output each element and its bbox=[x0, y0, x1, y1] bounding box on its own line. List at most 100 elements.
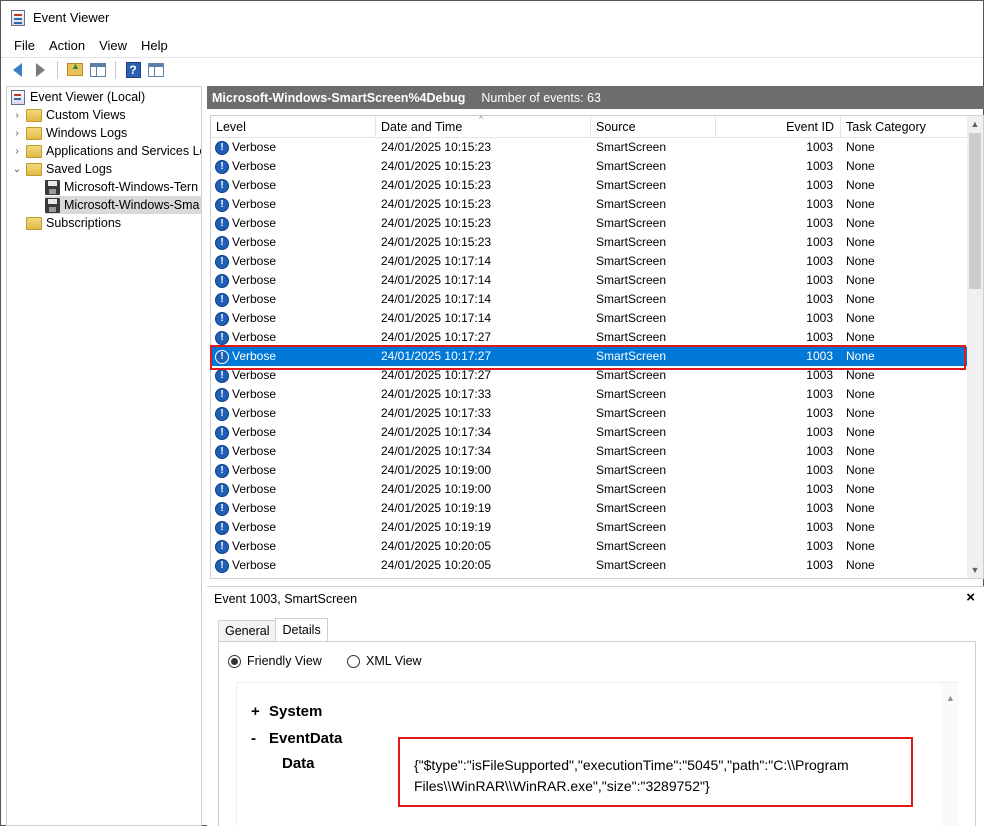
column-level[interactable]: Level bbox=[211, 116, 376, 138]
scroll-up-icon[interactable]: ▲ bbox=[967, 116, 983, 132]
table-row[interactable]: ! Verbose 24/01/2025 10:19:00 SmartScreen 10… bbox=[211, 480, 969, 499]
level-cell: ! Verbose bbox=[215, 404, 276, 423]
event-id-cell: 1003 bbox=[806, 558, 833, 572]
tree-item-applications-and-services[interactable]: › Applications and Services Lo bbox=[11, 142, 201, 160]
information-icon: ! bbox=[215, 444, 229, 459]
tree-item-event-viewer-local[interactable]: Event Viewer (Local) bbox=[11, 88, 145, 106]
table-row[interactable]: ! Verbose 24/01/2025 10:15:23 SmartScreen 10… bbox=[211, 176, 969, 195]
chevron-right-icon[interactable]: › bbox=[11, 128, 23, 139]
date-cell: 24/01/2025 10:17:14 bbox=[381, 273, 492, 287]
eventdata-section[interactable]: - EventData bbox=[251, 730, 342, 747]
table-row[interactable]: ! Verbose 24/01/2025 10:15:23 SmartScreen 10… bbox=[211, 138, 969, 157]
show-hide-tree-button[interactable] bbox=[88, 60, 108, 80]
information-icon: ! bbox=[215, 463, 229, 478]
table-row[interactable]: ! Verbose 24/01/2025 10:15:23 SmartScreen 10… bbox=[211, 195, 969, 214]
tree-item-saved-logs[interactable]: ⌄ Saved Logs bbox=[11, 160, 112, 178]
source-cell: SmartScreen bbox=[596, 273, 667, 287]
tree-item-saved-log-smartscreen[interactable]: Microsoft-Windows-Sma bbox=[45, 196, 201, 214]
table-row[interactable]: ! Verbose 24/01/2025 10:20:05 SmartScreen 10… bbox=[211, 556, 969, 575]
date-cell: 24/01/2025 10:15:23 bbox=[381, 197, 492, 211]
table-row[interactable]: ! Verbose 24/01/2025 10:17:14 SmartScreen 10… bbox=[211, 271, 969, 290]
close-icon[interactable]: × bbox=[966, 589, 975, 606]
tree-item-custom-views[interactable]: › Custom Views bbox=[11, 106, 125, 124]
events-scrollbar[interactable]: ▲ ▼ bbox=[967, 116, 983, 578]
task-category-cell: None bbox=[846, 159, 875, 173]
friendly-view-option[interactable]: Friendly View bbox=[228, 654, 322, 668]
date-cell: 24/01/2025 10:19:19 bbox=[381, 520, 492, 534]
event-id-cell: 1003 bbox=[806, 463, 833, 477]
scroll-down-icon[interactable]: ▼ bbox=[967, 562, 983, 578]
table-row[interactable]: ! Verbose 24/01/2025 10:17:34 SmartScreen 10… bbox=[211, 442, 969, 461]
menu-file[interactable]: File bbox=[7, 38, 42, 53]
chevron-right-icon[interactable]: › bbox=[11, 146, 23, 157]
level-text: Verbose bbox=[232, 501, 277, 515]
help-button[interactable]: ? bbox=[123, 60, 143, 80]
collapse-icon[interactable]: - bbox=[251, 730, 269, 747]
table-row[interactable]: ! Verbose 24/01/2025 10:17:27 SmartScreen 10… bbox=[211, 366, 969, 385]
tree-item-windows-logs[interactable]: › Windows Logs bbox=[11, 124, 127, 142]
table-row[interactable]: ! Verbose 24/01/2025 10:17:33 SmartScreen 10… bbox=[211, 385, 969, 404]
task-category-cell: None bbox=[846, 330, 875, 344]
level-text: Verbose bbox=[232, 273, 277, 287]
table-row[interactable]: ! Verbose 24/01/2025 10:19:19 SmartScreen 10… bbox=[211, 518, 969, 537]
task-category-cell: None bbox=[846, 444, 875, 458]
table-row[interactable]: ! Verbose 24/01/2025 10:15:23 SmartScreen 10… bbox=[211, 157, 969, 176]
scroll-up-icon[interactable]: ▲ bbox=[946, 693, 955, 703]
task-category-cell: None bbox=[846, 539, 875, 553]
table-row[interactable]: ! Verbose 24/01/2025 10:17:33 SmartScreen 10… bbox=[211, 404, 969, 423]
tree-item-subscriptions[interactable]: Subscriptions bbox=[26, 214, 121, 232]
forward-button[interactable] bbox=[30, 60, 50, 80]
details-scrollbar[interactable]: ▲ bbox=[942, 683, 959, 826]
table-row[interactable]: ! Verbose 24/01/2025 10:17:14 SmartScreen 10… bbox=[211, 252, 969, 271]
xml-view-option[interactable]: XML View bbox=[347, 654, 422, 668]
source-cell: SmartScreen bbox=[596, 406, 667, 420]
table-row[interactable]: ! Verbose 24/01/2025 10:17:27 SmartScreen 10… bbox=[211, 328, 969, 347]
table-row[interactable]: ! Verbose 24/01/2025 10:17:14 SmartScreen 10… bbox=[211, 290, 969, 309]
menu-action[interactable]: Action bbox=[42, 38, 92, 53]
table-row[interactable]: ! Verbose 24/01/2025 10:15:23 SmartScreen 10… bbox=[211, 214, 969, 233]
tab-details[interactable]: Details bbox=[275, 618, 328, 641]
system-section[interactable]: + System bbox=[251, 703, 322, 720]
source-cell: SmartScreen bbox=[596, 425, 667, 439]
back-button[interactable] bbox=[7, 60, 27, 80]
up-one-level-button[interactable] bbox=[65, 60, 85, 80]
table-row[interactable]: ! Verbose 24/01/2025 10:20:05 SmartScreen 10… bbox=[211, 537, 969, 556]
date-cell: 24/01/2025 10:17:27 bbox=[381, 349, 492, 363]
level-cell: ! Verbose bbox=[215, 290, 276, 309]
task-category-cell: None bbox=[846, 292, 875, 306]
table-row[interactable]: ! Verbose 24/01/2025 10:19:00 SmartScreen 10… bbox=[211, 461, 969, 480]
chevron-down-icon[interactable]: ⌄ bbox=[11, 164, 23, 175]
tree-item-saved-log-terminal[interactable]: Microsoft-Windows-Tern bbox=[45, 178, 198, 196]
forward-arrow-icon bbox=[35, 62, 45, 77]
expand-icon[interactable]: + bbox=[251, 703, 269, 720]
menu-view[interactable]: View bbox=[92, 38, 134, 53]
sort-ascending-icon: ^ bbox=[479, 115, 484, 124]
scrollbar-thumb[interactable] bbox=[969, 133, 981, 289]
table-row[interactable]: ! Verbose 24/01/2025 10:17:14 SmartScreen 10… bbox=[211, 309, 969, 328]
saved-log-icon bbox=[45, 179, 60, 195]
chevron-right-icon[interactable]: › bbox=[11, 110, 23, 121]
level-cell: ! Verbose bbox=[215, 214, 276, 233]
tab-general[interactable]: General bbox=[218, 620, 277, 641]
xml-view-radio[interactable] bbox=[347, 654, 360, 668]
table-row[interactable]: ! Verbose 24/01/2025 10:17:27 SmartScreen 10… bbox=[211, 347, 969, 366]
source-cell: SmartScreen bbox=[596, 539, 667, 553]
information-icon: ! bbox=[215, 482, 229, 497]
task-category-cell: None bbox=[846, 387, 875, 401]
level-text: Verbose bbox=[232, 425, 277, 439]
column-date-and-time[interactable]: Date and Time bbox=[376, 116, 591, 138]
column-event-id[interactable]: Event ID bbox=[716, 116, 841, 138]
table-row[interactable]: ! Verbose 24/01/2025 10:15:23 SmartScreen 10… bbox=[211, 233, 969, 252]
column-task-category[interactable]: Task Category bbox=[841, 116, 969, 138]
level-text: Verbose bbox=[232, 254, 277, 268]
friendly-view-radio[interactable] bbox=[228, 654, 241, 668]
show-hide-action-pane-button[interactable] bbox=[146, 60, 166, 80]
column-source[interactable]: Source bbox=[591, 116, 716, 138]
table-row[interactable]: ! Verbose 24/01/2025 10:19:19 SmartScreen 10… bbox=[211, 499, 969, 518]
tree-item-label: Subscriptions bbox=[46, 216, 122, 230]
information-icon: ! bbox=[215, 501, 229, 516]
source-cell: SmartScreen bbox=[596, 482, 667, 496]
table-row[interactable]: ! Verbose 24/01/2025 10:17:34 SmartScreen 10… bbox=[211, 423, 969, 442]
folder-icon bbox=[26, 144, 42, 158]
menu-help[interactable]: Help bbox=[134, 38, 175, 53]
